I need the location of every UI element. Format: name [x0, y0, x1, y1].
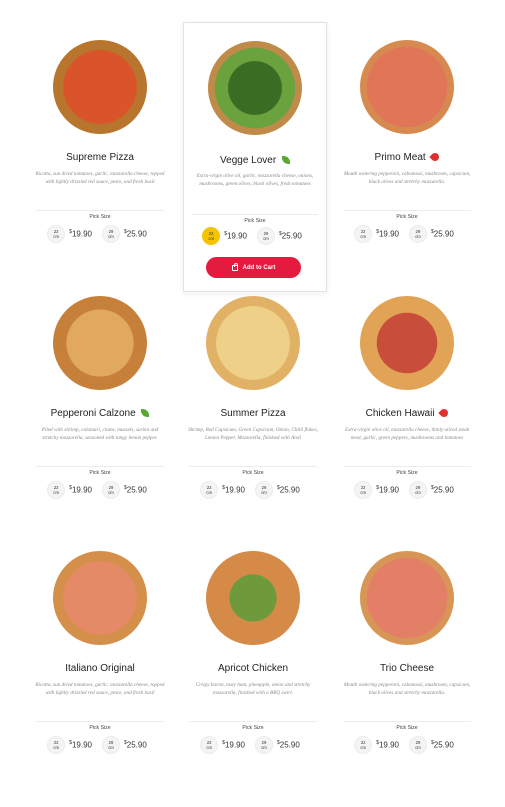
add-to-cart-button[interactable]: Add to Cart: [206, 257, 301, 278]
pizza-menu-grid: Supreme Pizza Ricotta, sun dried tomatoe…: [0, 0, 505, 807]
pizza-image[interactable]: [206, 296, 300, 390]
pizza-card[interactable]: Italiano Original Ricotta, sun dried tom…: [28, 551, 172, 801]
size-29-price: $25.90: [431, 740, 454, 750]
pizza-description: Ricotta, sun dried tomatoes, garlic, moz…: [35, 682, 165, 696]
size-22-button[interactable]: 22 cm: [200, 736, 219, 754]
size-22-price: $19.90: [224, 231, 247, 241]
size-29-price: $25.90: [431, 229, 454, 239]
size-22-button[interactable]: 22 cm: [47, 481, 66, 499]
size-22-price: $19.90: [376, 740, 399, 750]
pizza-image[interactable]: [53, 296, 147, 390]
size-22-price: $19.90: [69, 485, 92, 495]
pizza-description: Mouth watering pepperoni, cabanossi, mus…: [343, 682, 471, 696]
pizza-name[interactable]: Primo Meat: [335, 151, 479, 164]
size-options: 22 cm $19.90 29 cm $25.90: [28, 735, 172, 755]
pick-size-label: Pick Size: [335, 205, 479, 223]
chili-icon: [438, 407, 451, 420]
size-29-price: $25.90: [277, 740, 300, 750]
size-29-price: $25.90: [124, 229, 147, 239]
pizza-name[interactable]: Supreme Pizza: [28, 152, 172, 163]
size-22-button[interactable]: 22 cm: [47, 225, 66, 243]
size-options: 22 cm $19.90 29 cm $25.90: [184, 226, 326, 246]
size-22-price: $19.90: [376, 485, 399, 495]
size-29-price: $25.90: [124, 740, 147, 750]
size-22-price: $19.90: [376, 229, 399, 239]
pick-size-label: Pick Size: [181, 461, 325, 479]
size-options: 22 cm $19.90 29 cm $25.90: [28, 224, 172, 244]
pick-size-label: Pick Size: [335, 461, 479, 479]
size-29-button[interactable]: 29 cm: [409, 481, 427, 499]
size-22-button[interactable]: 22 cm: [354, 481, 373, 499]
size-29-price: $25.90: [277, 485, 300, 495]
size-options: 22 cm $19.90 29 cm $25.90: [335, 480, 479, 500]
size-options: 22 cm $19.90 29 cm $25.90: [181, 735, 325, 755]
pizza-name[interactable]: Trio Cheese: [335, 663, 479, 674]
size-29-button[interactable]: 29 cm: [255, 481, 273, 499]
pizza-card[interactable]: Trio Cheese Mouth watering pepperoni, ca…: [335, 551, 479, 801]
size-29-button[interactable]: 29 cm: [255, 736, 273, 754]
pick-size-label: Pick Size: [28, 205, 172, 223]
size-22-price: $19.90: [222, 485, 245, 495]
size-22-price: $19.90: [222, 740, 245, 750]
add-to-cart-label: Add to Cart: [242, 264, 276, 271]
pizza-image[interactable]: [360, 551, 454, 645]
size-29-button[interactable]: 29 cm: [409, 225, 427, 243]
size-options: 22 cm $19.90 29 cm $25.90: [335, 224, 479, 244]
pizza-description: Piled with shrimp, calamari, clams, muss…: [41, 427, 159, 441]
pizza-card[interactable]: Summer Pizza Shrimp, Red Capsicum, Green…: [181, 296, 325, 546]
pizza-card[interactable]: Primo Meat Mouth watering pepperoni, cab…: [335, 40, 479, 290]
pizza-name[interactable]: Summer Pizza: [181, 408, 325, 419]
leaf-icon: [281, 156, 290, 165]
size-options: 22 cm $19.90 29 cm $25.90: [181, 480, 325, 500]
size-29-price: $25.90: [279, 231, 302, 241]
pizza-description: Crispy bacon, tasty ham, pineapple, onio…: [195, 682, 311, 696]
pizza-image[interactable]: [360, 40, 454, 134]
size-22-price: $19.90: [69, 229, 92, 239]
pizza-name[interactable]: Chicken Hawaii: [335, 407, 479, 420]
pizza-name[interactable]: Pepperoni Calzone: [28, 408, 172, 419]
size-22-button[interactable]: 22 cm: [200, 481, 219, 499]
pizza-card-selected[interactable]: Vegge Lover Extra-virgin olive oil, garl…: [183, 22, 327, 292]
size-29-price: $25.90: [431, 485, 454, 495]
pizza-description: Ricotta, sun dried tomatoes, garlic, moz…: [35, 171, 165, 185]
pizza-image[interactable]: [208, 41, 302, 135]
pizza-image[interactable]: [53, 40, 147, 134]
pizza-description: Extra-virgin olive oil, garlic, mozzarel…: [196, 173, 314, 187]
pick-size-label: Pick Size: [28, 716, 172, 734]
pizza-description: Extra-virgin olive oil, mozzarella chees…: [344, 427, 470, 441]
size-22-price: $19.90: [69, 740, 92, 750]
size-29-button[interactable]: 29 cm: [257, 227, 275, 245]
size-22-button[interactable]: 22 cm: [202, 227, 221, 245]
size-options: 22 cm $19.90 29 cm $25.90: [28, 480, 172, 500]
shopping-bag-icon: [231, 262, 238, 271]
pizza-image[interactable]: [53, 551, 147, 645]
size-29-button[interactable]: 29 cm: [409, 736, 427, 754]
pick-size-label: Pick Size: [28, 461, 172, 479]
size-29-button[interactable]: 29 cm: [102, 736, 120, 754]
size-22-button[interactable]: 22 cm: [354, 736, 373, 754]
pizza-name[interactable]: Italiano Original: [28, 663, 172, 674]
size-29-button[interactable]: 29 cm: [102, 481, 120, 499]
size-29-button[interactable]: 29 cm: [102, 225, 120, 243]
pizza-description: Shrimp, Red Capsicum, Green Capsicum, On…: [188, 427, 318, 441]
pick-size-label: Pick Size: [181, 716, 325, 734]
leaf-icon: [141, 409, 150, 418]
size-29-price: $25.90: [124, 485, 147, 495]
size-22-button[interactable]: 22 cm: [47, 736, 66, 754]
chili-icon: [429, 151, 442, 164]
size-22-button[interactable]: 22 cm: [354, 225, 373, 243]
pizza-name[interactable]: Apricot Chicken: [181, 663, 325, 674]
pizza-card[interactable]: Pepperoni Calzone Piled with shrimp, cal…: [28, 296, 172, 546]
pizza-card[interactable]: Apricot Chicken Crispy bacon, tasty ham,…: [181, 551, 325, 801]
pizza-card[interactable]: Chicken Hawaii Extra-virgin olive oil, m…: [335, 296, 479, 546]
pick-size-label: Pick Size: [184, 209, 326, 227]
pizza-name[interactable]: Vegge Lover: [184, 155, 326, 166]
size-options: 22 cm $19.90 29 cm $25.90: [335, 735, 479, 755]
pizza-description: Mouth watering pepperoni, cabanossi, mus…: [343, 171, 471, 185]
pizza-card[interactable]: Supreme Pizza Ricotta, sun dried tomatoe…: [28, 40, 172, 290]
pizza-image[interactable]: [206, 551, 300, 645]
pick-size-label: Pick Size: [335, 716, 479, 734]
pizza-image[interactable]: [360, 296, 454, 390]
